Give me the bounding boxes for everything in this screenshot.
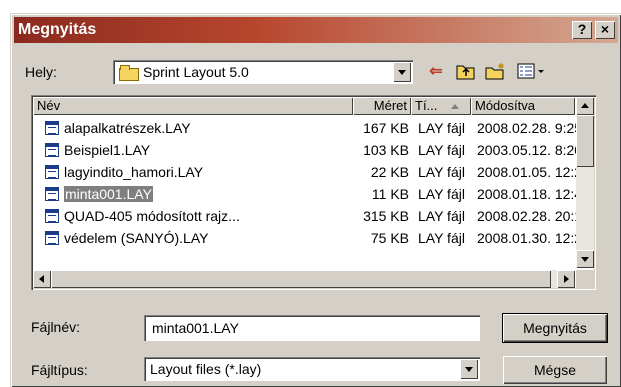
file-name-selected: minta001.LAY (64, 186, 153, 202)
file-modified: 2008.01.30. 12:23 (477, 230, 577, 246)
file-name: védelem (SANYÓ).LAY (64, 230, 209, 246)
file-size: 315 KB (363, 208, 409, 224)
file-size: 167 KB (363, 120, 409, 136)
file-row-selected[interactable]: minta001.LAY 11 KB LAY fájl 2008.01.18. … (33, 183, 577, 205)
file-type: LAY fájl (418, 208, 465, 224)
open-file-dialog: Megnyitás ? × Hely: Sprint Layout 5.0 ⇐ (10, 13, 621, 387)
vertical-scrollbar[interactable] (576, 97, 594, 268)
sort-ascending-icon (451, 104, 460, 110)
filetype-label: Fájltípus: (31, 362, 88, 378)
file-rows: alapalkatrészek.LAY 167 KB LAY fájl 2008… (33, 117, 577, 249)
file-size: 103 KB (363, 142, 409, 158)
views-menu-icon[interactable] (517, 62, 547, 82)
file-type: LAY fájl (418, 164, 465, 180)
lay-file-icon (45, 143, 59, 157)
file-size: 11 KB (371, 186, 409, 202)
look-in-label: Hely: (25, 64, 57, 80)
cancel-button[interactable]: Mégse (503, 356, 607, 384)
column-header-size[interactable]: Méret (353, 97, 411, 115)
lay-file-icon (45, 187, 59, 201)
vertical-scroll-thumb[interactable] (576, 115, 594, 167)
file-name: Beispiel1.LAY (64, 142, 151, 158)
scrollbar-corner (576, 270, 594, 288)
chevron-down-icon[interactable] (393, 62, 411, 82)
lay-file-icon (45, 209, 59, 223)
column-header-name[interactable]: Név (33, 97, 353, 115)
scroll-left-icon[interactable] (33, 270, 51, 288)
dialog-title: Megnyitás (18, 21, 97, 38)
file-type: LAY fájl (418, 120, 465, 136)
folder-icon (119, 65, 139, 81)
look-in-row: Hely: Sprint Layout 5.0 ⇐ (25, 60, 611, 86)
horizontal-scrollbar[interactable] (33, 270, 575, 288)
file-row[interactable]: alapalkatrészek.LAY 167 KB LAY fájl 2008… (33, 117, 577, 139)
file-modified: 2003.05.12. 8:20 (477, 142, 577, 158)
file-row[interactable]: védelem (SANYÓ).LAY 75 KB LAY fájl 2008.… (33, 227, 577, 249)
lay-file-icon (45, 121, 59, 135)
horizontal-scroll-thumb[interactable] (51, 270, 551, 288)
file-type: LAY fájl (418, 186, 465, 202)
lay-file-icon (45, 165, 59, 179)
screen: Megnyitás ? × Hely: Sprint Layout 5.0 ⇐ (0, 0, 621, 387)
file-name: QUAD-405 módosított rajz... (64, 208, 240, 224)
file-size: 75 KB (370, 230, 409, 246)
file-row[interactable]: lagyindito_hamori.LAY 22 KB LAY fájl 200… (33, 161, 577, 183)
column-header-type-label: Tí... (415, 98, 438, 113)
open-button[interactable]: Megnyitás (502, 313, 608, 343)
column-header-type[interactable]: Tí... (411, 97, 471, 115)
file-type: LAY fájl (418, 142, 465, 158)
title-bar[interactable]: Megnyitás ? × (14, 17, 618, 43)
file-modified: 2008.02.28. 9:25 (477, 120, 577, 136)
close-button[interactable]: × (595, 21, 615, 39)
scroll-down-icon[interactable] (576, 250, 594, 268)
scroll-right-icon[interactable] (557, 270, 575, 288)
file-modified: 2008.01.18. 12:44 (477, 186, 577, 202)
file-size: 22 KB (370, 164, 409, 180)
chevron-down-icon[interactable] (460, 359, 478, 379)
look-in-combobox[interactable]: Sprint Layout 5.0 (113, 60, 413, 84)
filename-label: Fájlnév: (31, 319, 81, 335)
file-name: alapalkatrészek.LAY (64, 120, 191, 136)
new-folder-icon[interactable] (485, 62, 507, 82)
back-arrow-icon[interactable]: ⇐ (425, 62, 447, 82)
file-type: LAY fájl (418, 230, 465, 246)
help-button[interactable]: ? (572, 21, 592, 39)
file-name: lagyindito_hamori.LAY (64, 164, 204, 180)
filetype-value: Layout files (*.lay) (150, 361, 262, 377)
filetype-combobox[interactable]: Layout files (*.lay) (144, 357, 480, 381)
file-row[interactable]: Beispiel1.LAY 103 KB LAY fájl 2003.05.12… (33, 139, 577, 161)
file-modified: 2008.01.05. 12:22 (477, 164, 577, 180)
scroll-up-icon[interactable] (576, 97, 594, 115)
file-modified: 2008.02.28. 20:16 (477, 208, 577, 224)
file-name: minta001.LAY (64, 183, 352, 205)
up-folder-icon[interactable] (455, 62, 477, 82)
column-header-modified[interactable]: Módosítva (471, 97, 575, 115)
lay-file-icon (45, 231, 59, 245)
file-row[interactable]: QUAD-405 módosított rajz... 315 KB LAY f… (33, 205, 577, 227)
file-list[interactable]: Név Méret Tí... Módosítva alapalkatrésze… (31, 95, 596, 290)
look-in-value: Sprint Layout 5.0 (143, 64, 249, 80)
filename-input[interactable]: minta001.LAY (144, 315, 480, 341)
